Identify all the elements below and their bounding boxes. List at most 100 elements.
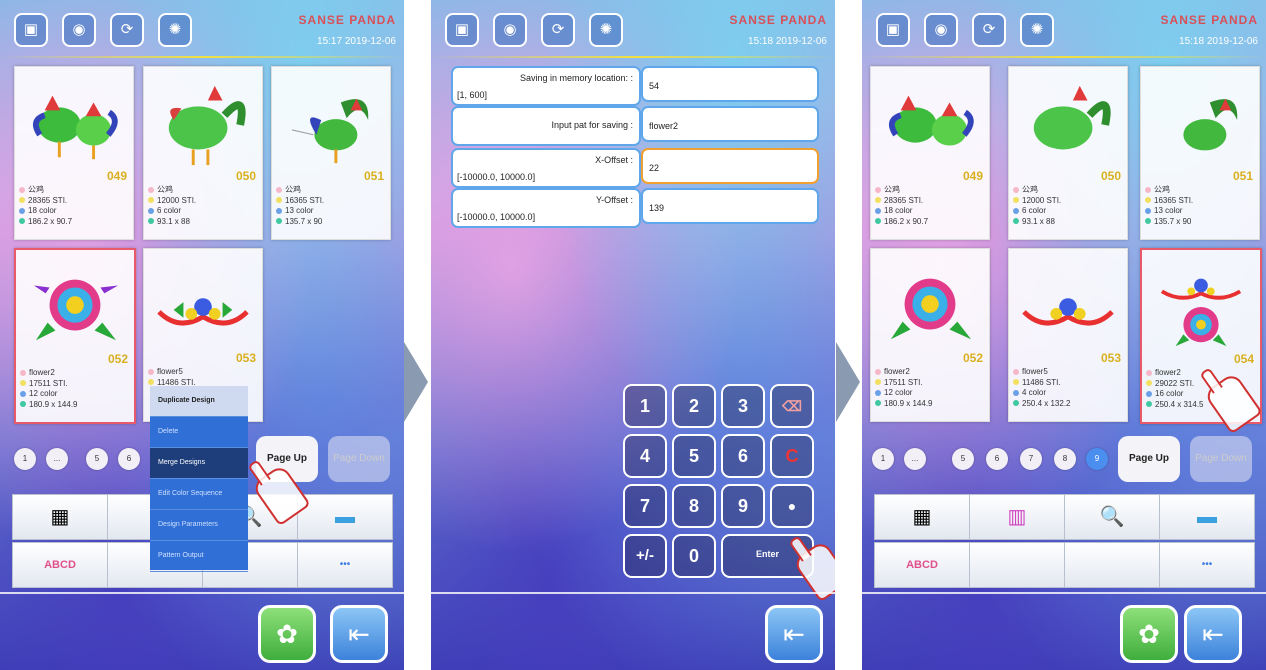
page-button[interactable]: ... [46, 448, 68, 470]
exit-icon[interactable]: ⇤ [1184, 605, 1242, 663]
rooster-image [1033, 85, 1111, 150]
design-card-selected[interactable]: 052 flower2 17511 STI. 12 color 180.9 x … [14, 248, 136, 424]
grid-icon[interactable]: ▣ [876, 13, 910, 47]
menu-design-parameters[interactable]: Design Parameters [150, 510, 248, 541]
tool-slot[interactable] [1064, 542, 1160, 588]
design-card[interactable]: 050 公鸡 12000 STI. 6 color 93.1 x 88 [143, 66, 263, 240]
menu-pattern-output[interactable]: Pattern Output [150, 541, 248, 572]
design-size: 93.1 x 88 [1022, 216, 1055, 226]
key-8[interactable]: 8 [672, 484, 716, 528]
y-offset-input[interactable]: 139 [641, 188, 819, 224]
design-card[interactable]: 053 flower5 11486 STI. 4 color 250.4 x 1… [1008, 248, 1128, 422]
search-tool[interactable]: 🔍 [1064, 494, 1160, 540]
y-offset-label: Y-Offset : [-10000.0, 10000.0] [451, 188, 641, 228]
page-down-button[interactable]: Page Down [1190, 436, 1252, 482]
pattern-name-input[interactable]: flower2 [641, 106, 819, 142]
brand-logo: SANSE PANDA [298, 13, 396, 27]
page-button[interactable]: ... [904, 448, 926, 470]
bulb-icon[interactable]: ✺ [1020, 13, 1054, 47]
design-card[interactable]: 051 公鸡 16365 STI. 13 color 135.7 x 90 [271, 66, 391, 240]
page-button[interactable]: 6 [118, 448, 140, 470]
design-size: 186.2 x 90.7 [884, 216, 929, 226]
sync-icon[interactable]: ⟳ [541, 13, 575, 47]
thread-icon[interactable]: ◉ [62, 13, 96, 47]
menu-delete[interactable]: Delete [150, 417, 248, 448]
sync-icon[interactable]: ⟳ [110, 13, 144, 47]
page-button[interactable]: 7 [1020, 448, 1042, 470]
key-3[interactable]: 3 [721, 384, 765, 428]
flower-icon[interactable]: ✿ [258, 605, 316, 663]
letters-tool[interactable]: ABCD [874, 542, 970, 588]
exit-icon[interactable]: ⇤ [765, 605, 823, 663]
thread-tool[interactable]: ▬ [297, 494, 393, 540]
page-button[interactable]: 8 [1054, 448, 1076, 470]
grid-icon[interactable]: ▣ [445, 13, 479, 47]
sync-icon[interactable]: ⟳ [972, 13, 1006, 47]
tool-slot[interactable] [969, 542, 1065, 588]
key-5[interactable]: 5 [672, 434, 716, 478]
design-size: 180.9 x 144.9 [884, 398, 933, 408]
pattern-name-label: Input pat for saving : [451, 106, 641, 146]
field-label: Input pat for saving : [551, 120, 633, 130]
stitch-count: 16365 STI. [285, 195, 325, 205]
page-button[interactable]: 1 [872, 448, 894, 470]
design-card[interactable]: 050 公鸡 12000 STI. 6 color 93.1 x 88 [1008, 66, 1128, 240]
design-card[interactable]: 052 flower2 17511 STI. 12 color 180.9 x … [870, 248, 990, 422]
key-1[interactable]: 1 [623, 384, 667, 428]
design-card[interactable]: 049 公鸡 28365 STI. 18 color 186.2 x 90.7 [14, 66, 134, 240]
key-2[interactable]: 2 [672, 384, 716, 428]
design-number: 050 [235, 169, 256, 183]
stats-tool[interactable]: ▥ [969, 494, 1065, 540]
page-button[interactable]: 1 [14, 448, 36, 470]
menu-merge-designs[interactable]: Merge Designs [150, 448, 248, 479]
key-9[interactable]: 9 [721, 484, 765, 528]
pattern-grid-tool[interactable]: ▦ [12, 494, 108, 540]
key-4[interactable]: 4 [623, 434, 667, 478]
stitch-count: 12000 STI. [157, 195, 197, 205]
menu-edit-color-sequence[interactable]: Edit Color Sequence [150, 479, 248, 510]
page-button[interactable]: 6 [986, 448, 1008, 470]
key-0[interactable]: 0 [672, 534, 716, 578]
design-size: 180.9 x 144.9 [29, 399, 78, 409]
design-card[interactable]: 049 公鸡 28365 STI. 18 color 186.2 x 90.7 [870, 66, 990, 240]
divider [0, 592, 404, 594]
thread-icon[interactable]: ◉ [493, 13, 527, 47]
stitch-count: 11486 STI. [1022, 377, 1061, 387]
stitch-count: 12000 STI. [1022, 195, 1062, 205]
thread-tool[interactable]: ▬ [1159, 494, 1255, 540]
bulb-icon[interactable]: ✺ [589, 13, 623, 47]
design-card[interactable]: 051 公鸡 16365 STI. 13 color 135.7 x 90 [1140, 66, 1260, 240]
clear-key[interactable]: C [770, 434, 814, 478]
bulb-icon[interactable]: ✺ [158, 13, 192, 47]
more-tool[interactable]: ••• [1159, 542, 1255, 588]
letters-tool[interactable]: ABCD [12, 542, 108, 588]
menu-duplicate-design[interactable]: Duplicate Design [150, 386, 248, 417]
grid-icon[interactable]: ▣ [14, 13, 48, 47]
exit-icon[interactable]: ⇤ [330, 605, 388, 663]
field-label: X-Offset : [595, 155, 633, 165]
color-count: 6 color [1022, 206, 1047, 215]
design-number: 052 [962, 351, 983, 365]
page-button-current[interactable]: 9 [1086, 448, 1108, 470]
design-size: 135.7 x 90 [285, 216, 323, 226]
decimal-key[interactable]: ● [770, 484, 814, 528]
divider [862, 56, 1266, 58]
pattern-grid-tool[interactable]: ▦ [874, 494, 970, 540]
memory-location-input[interactable]: 54 [641, 66, 819, 102]
design-number: 051 [363, 169, 384, 183]
page-button[interactable]: 5 [86, 448, 108, 470]
flower-icon[interactable]: ✿ [1120, 605, 1178, 663]
page-up-button[interactable]: Page Up [1118, 436, 1180, 482]
thread-icon[interactable]: ◉ [924, 13, 958, 47]
page-button[interactable]: 5 [952, 448, 974, 470]
page-down-button[interactable]: Page Down [328, 436, 390, 482]
key-6[interactable]: 6 [721, 434, 765, 478]
backspace-icon[interactable]: ⌫ [770, 384, 814, 428]
field-label: Y-Offset : [595, 195, 633, 205]
key-7[interactable]: 7 [623, 484, 667, 528]
x-offset-input[interactable]: 22 [641, 148, 819, 184]
step-arrow-icon [836, 342, 860, 422]
sign-key[interactable]: +/- [623, 534, 667, 578]
step-arrow-icon [404, 342, 428, 422]
more-tool[interactable]: ••• [297, 542, 393, 588]
